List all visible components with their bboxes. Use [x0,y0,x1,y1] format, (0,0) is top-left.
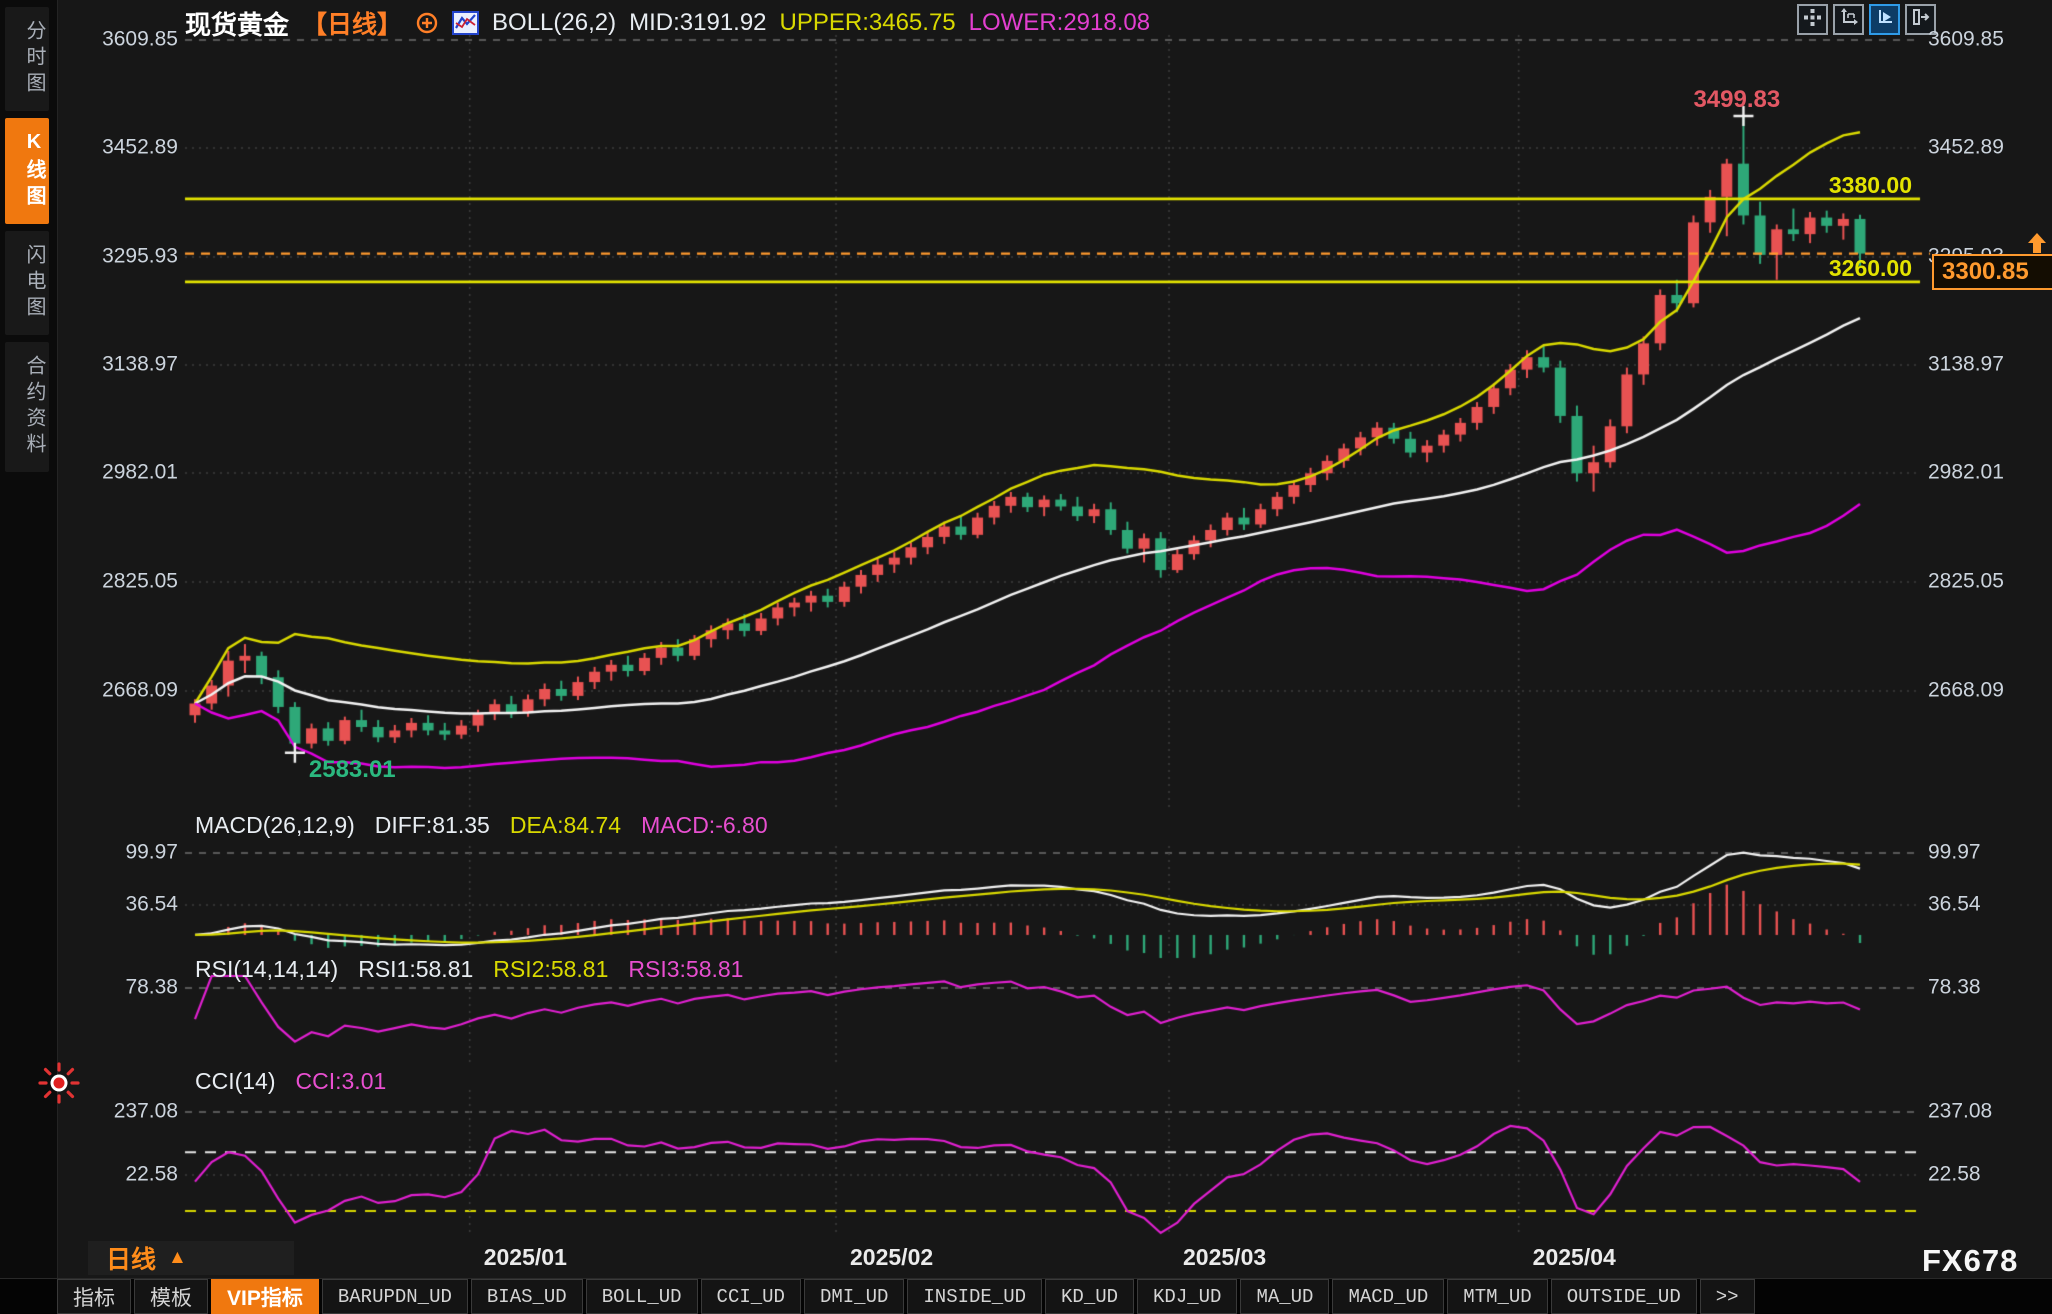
axis-range-tool-icon [1840,8,1858,31]
bottom-tab-MACD_UD[interactable]: MACD_UD [1332,1279,1445,1314]
dock-panel-tool-icon [1912,8,1930,31]
sidebar-tab-K线图[interactable]: K线图 [5,118,49,224]
macd-dea-value: DEA:84.74 [509,812,622,838]
left-sidebar: 分时图 K线图闪电图合约资料 [0,0,58,1314]
macd-diff-value: DIFF:81.35 [374,812,490,838]
brand-watermark: FX678 [1922,1243,2019,1278]
boll-params-label: BOLL(26,2) [492,9,617,36]
top-right-toolbar [1797,4,1936,35]
chart-canvas[interactable] [0,0,2052,1314]
period-selector[interactable]: 日线 ▲ [88,1241,294,1275]
live-indicator-icon [38,1062,80,1104]
cci-label-row: CCI(14) CCI:3.01 [195,1068,386,1095]
add-indicator-icon[interactable] [415,11,439,35]
symbol-name: 现货黄金 [185,9,290,40]
pan-tool-button[interactable] [1797,4,1828,35]
bottom-tab-INSIDE_UD[interactable]: INSIDE_UD [907,1279,1043,1314]
bottom-tab-BOLL_UD[interactable]: BOLL_UD [585,1279,698,1314]
period-tag[interactable]: 【日线】 [302,5,402,41]
sidebar-tab-闪电图[interactable]: 闪电图 [5,231,49,335]
axis-range-tool-button[interactable] [1833,4,1864,35]
macd-title: MACD(26,12,9) [195,812,355,838]
rsi2-value: RSI2:58.81 [493,956,609,982]
cci-title: CCI(14) [195,1068,276,1094]
bottom-tab-CCI_UD[interactable]: CCI_UD [700,1279,801,1314]
chart-header: 现货黄金 【日线】 BOLL(26,2) MID:3191.92 UPPER:3… [185,6,1150,40]
dropdown-up-icon: ▲ [168,1247,187,1268]
boll-upper-value: UPPER:3465.75 [779,9,956,36]
mini-chart-icon[interactable] [452,11,480,35]
app-window: 分时图 K线图闪电图合约资料 现货黄金 【日线】 BOLL(26,2) MID:3… [0,0,2052,1314]
bottom-tab--[interactable]: >> [1699,1279,1755,1314]
bottom-tab-KDJ_UD[interactable]: KDJ_UD [1137,1279,1238,1314]
bottom-tab-模板[interactable]: 模板 [134,1279,208,1314]
auto-follow-tool-icon [1876,8,1894,31]
bottom-tab-指标[interactable]: 指标 [57,1279,131,1314]
rsi1-value: RSI1:58.81 [358,956,474,982]
dock-panel-tool-button[interactable] [1905,4,1936,35]
auto-follow-tool-button[interactable] [1869,4,1900,35]
indicator-tab-bar: 指标 模板 VIP指标 BARUPDN_UD BIAS_UD BOLL_UD CCI_UD D… [0,1278,2052,1314]
rsi-title: RSI(14,14,14) [195,956,339,982]
bottom-tab-VIP指标[interactable]: VIP指标 [211,1279,319,1314]
rsi-label-row: RSI(14,14,14) RSI1:58.81 RSI2:58.81 RSI3… [195,956,743,983]
scroll-to-latest-icon[interactable] [2026,231,2048,255]
bottom-tab-OUTSIDE_UD[interactable]: OUTSIDE_UD [1550,1279,1697,1314]
bottom-tab-MA_UD[interactable]: MA_UD [1240,1279,1330,1314]
macd-hist-value: MACD:-6.80 [641,812,768,838]
bottom-tab-BIAS_UD[interactable]: BIAS_UD [470,1279,583,1314]
sidebar-tab-合约资料[interactable]: 合约资料 [5,342,49,472]
boll-lower-value: LOWER:2918.08 [968,9,1151,36]
bottom-tab-MTM_UD[interactable]: MTM_UD [1447,1279,1548,1314]
boll-mid-value: MID:3191.92 [629,9,767,36]
bottom-tab-KD_UD[interactable]: KD_UD [1045,1279,1135,1314]
sidebar-tab-分时图[interactable]: 分时图 [5,7,49,111]
pan-tool-icon [1804,8,1821,31]
cci-value: CCI:3.01 [295,1068,387,1094]
rsi3-value: RSI3:58.81 [628,956,744,982]
macd-label-row: MACD(26,12,9) DIFF:81.35 DEA:84.74 MACD:… [195,812,768,839]
period-selector-label: 日线 [106,1246,157,1274]
bottom-tab-BARUPDN_UD[interactable]: BARUPDN_UD [321,1279,468,1314]
bottom-tab-DMI_UD[interactable]: DMI_UD [803,1279,905,1314]
